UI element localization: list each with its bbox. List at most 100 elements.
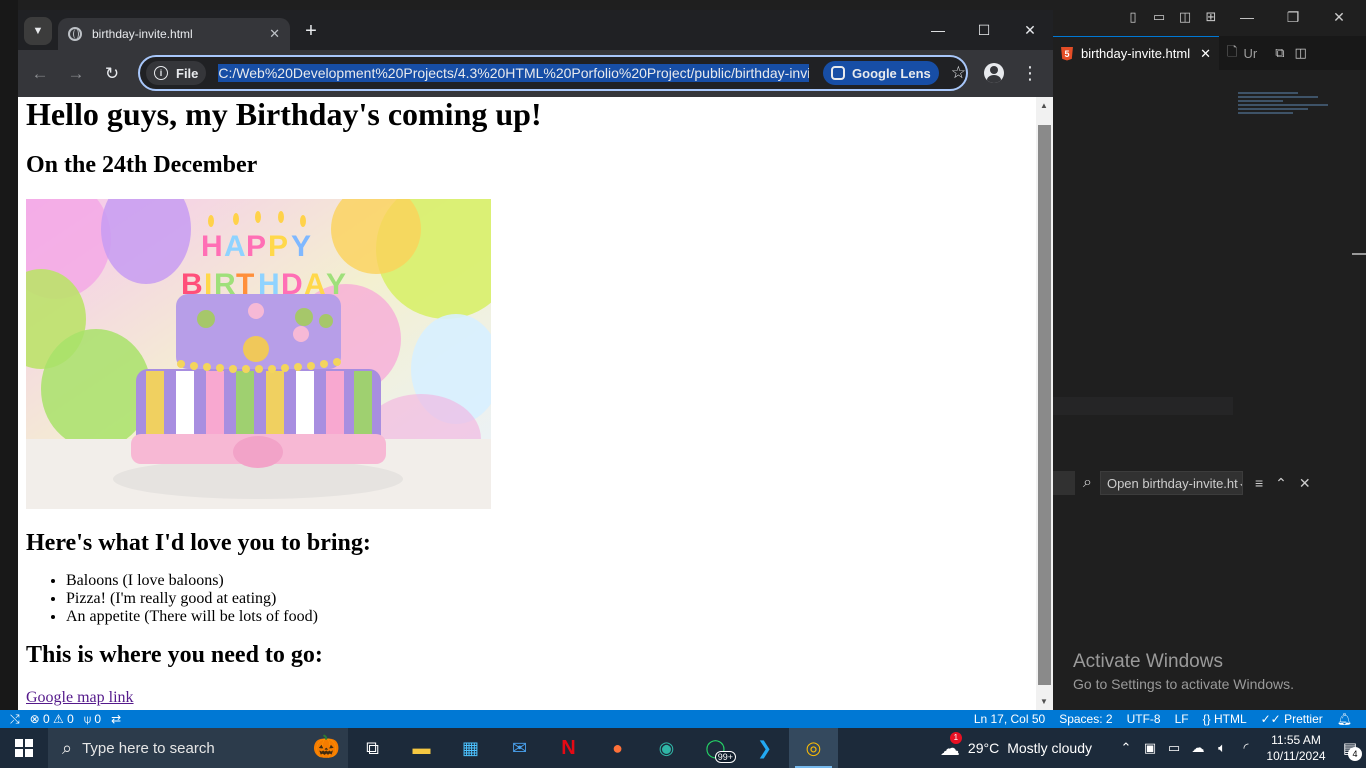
scheme-label: File <box>176 65 199 81</box>
cursor-position[interactable]: Ln 17, Col 50 <box>974 712 1045 726</box>
vscode-close-button[interactable]: ✕ <box>1316 0 1362 34</box>
meet-now-icon[interactable]: ▣ <box>1138 740 1162 756</box>
whatsapp-button[interactable]: ◯ 99+ <box>691 728 740 768</box>
vscode-minimize-button[interactable]: — <box>1224 0 1270 34</box>
mail-button[interactable]: ✉ <box>495 728 544 768</box>
chevron-up-icon[interactable]: ⌃ <box>1275 475 1287 492</box>
reload-icon: ↻ <box>104 64 120 83</box>
mail-icon: ✉ <box>511 737 528 758</box>
ports-indicator[interactable]: ⍦ 0 <box>84 712 101 727</box>
more-menu-icon[interactable]: ⋮ <box>1020 61 1040 85</box>
language-mode[interactable]: {} HTML <box>1203 712 1247 726</box>
netflix-button[interactable]: N <box>544 728 593 768</box>
microsoft-store-button[interactable]: ▦ <box>446 728 495 768</box>
notification-center-button[interactable]: ▤ 4 <box>1334 739 1366 761</box>
end-of-line[interactable]: LF <box>1175 712 1189 726</box>
svg-text:B: B <box>181 268 203 301</box>
tab-search-button[interactable]: ▼ <box>24 17 52 45</box>
bell-icon[interactable]: 🔔︎ <box>1337 712 1352 726</box>
warning-icon: ⚠ <box>53 712 64 726</box>
chrome-maximize-button[interactable]: ☐ <box>961 10 1007 50</box>
file-icon: 🗋 <box>1227 43 1238 59</box>
firefox-button[interactable]: ● <box>593 728 642 768</box>
prettier-status[interactable]: ✓✓ Prettier <box>1261 712 1323 726</box>
open-preview-icon[interactable]: ⧉ <box>1275 45 1284 61</box>
close-icon[interactable]: ✕ <box>1299 475 1311 492</box>
forward-button[interactable]: → <box>63 61 89 87</box>
weather-condition: Mostly cloudy <box>1007 740 1092 756</box>
toggle-panel-icon[interactable]: ▭ <box>1146 0 1172 34</box>
browser-tab[interactable]: birthday-invite.html ✕ <box>58 18 290 50</box>
google-map-link[interactable]: Google map link <box>26 689 1026 707</box>
back-button[interactable]: ← <box>27 61 53 87</box>
svg-text:P: P <box>268 230 288 263</box>
chrome-minimize-button[interactable]: — <box>915 10 961 50</box>
chevron-up-icon[interactable]: ⌃ <box>1114 740 1138 756</box>
wifi-icon[interactable]: ◜ <box>1234 740 1258 756</box>
google-lens-button[interactable]: Google Lens <box>823 61 939 85</box>
speaker-icon[interactable]: 🔈︎ <box>1210 740 1234 756</box>
formatter-label: Prettier <box>1284 712 1323 726</box>
vscode-button[interactable]: ❯ <box>740 728 789 768</box>
word-wrap-icon[interactable]: ≡ <box>1255 475 1263 491</box>
scroll-down-arrow-icon[interactable]: ▼ <box>1040 697 1048 706</box>
svg-text:H: H <box>201 230 223 263</box>
bring-list: Baloons (I love baloons) Pizza! (I'm rea… <box>26 572 1026 626</box>
page-title: Hello guys, my Birthday's coming up! <box>26 97 542 132</box>
chrome-close-button[interactable]: ✕ <box>1007 10 1053 50</box>
indentation[interactable]: Spaces: 2 <box>1059 712 1112 726</box>
address-bar[interactable]: i File C:/Web%20Development%20Projects/4… <box>138 55 968 91</box>
live-share-icon[interactable]: ⇄ <box>111 712 121 726</box>
system-tray: ☁ 1 29°C Mostly cloudy ⌃ ▣ ▭ ☁ 🔈︎ ◜ 11:55… <box>940 728 1366 768</box>
problems-indicator[interactable]: ⊗ 0 ⚠ 0 <box>30 712 74 726</box>
chrome-button[interactable]: ◎ <box>789 728 838 768</box>
start-button[interactable] <box>0 728 48 768</box>
close-icon[interactable]: ✕ <box>269 26 280 42</box>
customize-layout-icon[interactable]: ⊞ <box>1198 0 1224 34</box>
reload-button[interactable]: ↻ <box>99 61 125 87</box>
page-content: Hello guys, my Birthday's coming up! On … <box>26 97 1026 707</box>
toggle-sidebar-icon[interactable]: ▯ <box>1120 0 1146 34</box>
status-left: ⤭ ⊗ 0 ⚠ 0 ⍦ 0 ⇄ <box>0 712 121 727</box>
toggle-secondary-sidebar-icon[interactable]: ◫ <box>1172 0 1198 34</box>
store-icon: ▦ <box>461 737 479 758</box>
bookmark-star-icon[interactable]: ☆ <box>951 63 966 83</box>
profile-avatar[interactable] <box>984 63 1004 83</box>
onedrive-icon[interactable]: ☁ <box>1186 740 1210 756</box>
remote-icon[interactable]: ⤭ <box>10 712 20 727</box>
scroll-thumb[interactable] <box>1038 125 1051 685</box>
url-text[interactable]: C:/Web%20Development%20Projects/4.3%20HT… <box>218 64 810 82</box>
weather-widget[interactable]: ☁ 1 29°C Mostly cloudy <box>940 731 1114 761</box>
open-file-select-value: Open birthday-invite.ht <box>1106 475 1238 491</box>
page-scrollbar[interactable]: ▲ ▼ <box>1036 97 1053 710</box>
encoding[interactable]: UTF-8 <box>1127 712 1161 726</box>
close-icon[interactable]: ✕ <box>1200 46 1211 62</box>
taskbar-search[interactable]: ⌕ Type here to search 🎃 <box>48 728 348 768</box>
error-count: 0 <box>43 712 50 726</box>
task-view-button[interactable]: ⧉ <box>348 728 397 768</box>
svg-text:I: I <box>204 268 212 301</box>
system-clock[interactable]: 11:55 AM 10/11/2024 <box>1258 732 1334 764</box>
find-input[interactable] <box>1053 471 1075 495</box>
birthday-cake-image: H A P P Y B I R T H D A Y <box>26 199 491 509</box>
edge-button[interactable]: ◉ <box>642 728 691 768</box>
svg-text:D: D <box>281 268 303 301</box>
site-info-button[interactable]: i File <box>146 61 207 85</box>
search-icon[interactable]: ⌕ <box>1083 474 1092 492</box>
scroll-up-arrow-icon[interactable]: ▲ <box>1040 101 1048 110</box>
edge-icon: ◉ <box>658 737 675 758</box>
vscode-restore-button[interactable]: ❐ <box>1270 0 1316 34</box>
vscode-tab-untitled[interactable]: 🗋 Ur <box>1219 36 1266 70</box>
page-viewport: Hello guys, my Birthday's coming up! On … <box>18 97 1053 710</box>
activate-windows-watermark: Activate Windows Go to Settings to activ… <box>1073 651 1294 692</box>
vscode-title-tools: ▯ ▭ ◫ ⊞ — ❐ ✕ <box>1120 0 1366 34</box>
vscode-tab-birthday-invite[interactable]: 5 birthday-invite.html ✕ <box>1053 36 1220 70</box>
battery-icon[interactable]: ▭ <box>1162 740 1186 756</box>
file-explorer-button[interactable]: ▬ <box>397 728 446 768</box>
vscode-tab-label: birthday-invite.html <box>1081 46 1191 61</box>
open-file-select[interactable]: Open birthday-invite.ht ⌄ <box>1099 471 1243 495</box>
split-editor-icon[interactable]: ◫ <box>1294 45 1306 61</box>
svg-text:Y: Y <box>291 230 311 263</box>
new-tab-button[interactable]: + <box>300 19 322 43</box>
minimap[interactable] <box>1238 90 1338 130</box>
